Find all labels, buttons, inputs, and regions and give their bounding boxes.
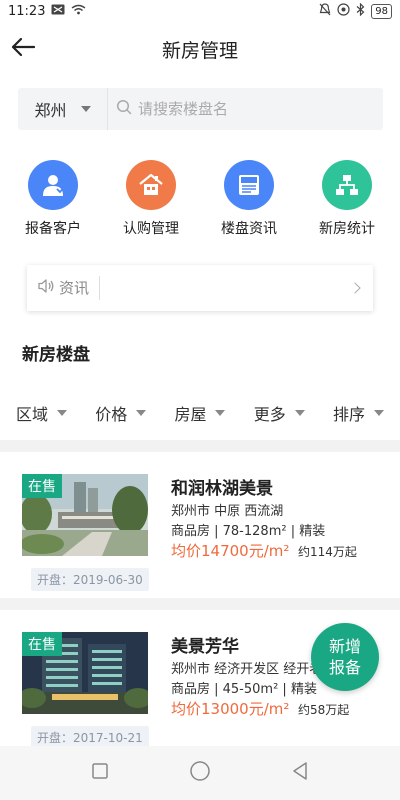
filter-district[interactable]: 区域: [16, 401, 68, 425]
listing-total-price: 约114万起: [298, 545, 357, 559]
city-dropdown[interactable]: 郑州: [18, 88, 108, 130]
divider: [0, 440, 400, 452]
filter-room-type[interactable]: 房屋: [174, 401, 226, 425]
nav-bar: 新房管理: [0, 26, 400, 72]
city-label: 郑州: [34, 101, 67, 120]
org-chart-icon: [322, 160, 372, 210]
filter-price[interactable]: 价格: [95, 401, 147, 425]
alarm-icon: [337, 2, 350, 20]
listing-photo: 在售: [22, 632, 148, 714]
news-label: 资讯: [59, 276, 101, 300]
listing-location: 郑州市 中原 西流湖: [171, 504, 284, 519]
battery-indicator: 98: [371, 3, 392, 19]
status-badge: 在售: [22, 474, 62, 498]
filter-label: 价格: [95, 405, 128, 424]
chevron-down-icon: [80, 106, 91, 112]
fab-label-line2: 报备: [328, 658, 361, 677]
filter-label: 更多: [253, 405, 286, 424]
chevron-right-icon: [349, 282, 361, 294]
search-bar: 郑州: [18, 88, 383, 130]
speaker-icon: [37, 278, 55, 298]
listing-total-price: 约58万起: [298, 703, 350, 717]
quick-action-label: 新房统计: [319, 221, 375, 237]
chevron-down-icon: [294, 410, 305, 416]
mute-bell-icon: [319, 2, 331, 20]
listing-type-info: 商品房 | 78-128m² | 精装: [171, 524, 326, 539]
listing-name: 美景芳华: [171, 637, 239, 657]
open-date-tag: 开盘：2019-06-30: [31, 568, 149, 591]
listing-type-info: 商品房 | 45-50m² | 精装: [171, 682, 317, 697]
listing-avg-price: 均价14700元/m²: [171, 542, 290, 560]
quick-actions: 报备客户 认购管理 楼盘资讯 新房统计: [0, 160, 400, 240]
back-button[interactable]: [8, 34, 38, 64]
square-icon: [91, 762, 109, 784]
add-report-button[interactable]: 新增 报备: [311, 623, 379, 691]
search-input[interactable]: [138, 100, 368, 118]
filter-label: 排序: [332, 405, 365, 424]
news-icon: [224, 160, 274, 210]
status-bar: 11:23 98: [0, 0, 400, 22]
quick-action-label: 楼盘资讯: [221, 221, 277, 237]
news-ticker[interactable]: 资讯: [27, 265, 373, 311]
listing-card[interactable]: 在售 和润林湖美景 郑州市 中原 西流湖 商品房 | 78-128m² | 精装…: [0, 462, 400, 620]
quick-action-label: 认购管理: [123, 221, 179, 237]
search-field: [108, 88, 383, 130]
listing-location: 郑州市 经济开发区 经开老: [171, 662, 323, 677]
back-arrow-icon: [10, 37, 36, 61]
chevron-down-icon: [57, 410, 68, 416]
chevron-down-icon: [136, 410, 147, 416]
listing-avg-price: 均价13000元/m²: [171, 700, 290, 718]
listing-name: 和润林湖美景: [171, 479, 273, 499]
filter-bar: 区域 价格 房屋 更多 排序: [0, 396, 400, 430]
section-title: 新房楼盘: [22, 345, 90, 365]
status-time: 11:23: [8, 3, 46, 19]
search-icon: [116, 99, 132, 119]
system-back-button[interactable]: [280, 753, 320, 793]
system-nav-bar: [0, 746, 400, 800]
filter-label: 区域: [16, 405, 49, 424]
triangle-back-icon: [290, 761, 310, 785]
bluetooth-icon: [356, 2, 365, 20]
quick-action-statistics[interactable]: 新房统计: [302, 160, 392, 240]
circle-icon: [189, 760, 211, 786]
filter-label: 房屋: [174, 405, 207, 424]
fab-label-line1: 新增: [328, 637, 361, 656]
customer-icon: [28, 160, 78, 210]
page-title: 新房管理: [161, 39, 238, 62]
chevron-down-icon: [373, 410, 384, 416]
quick-action-label: 报备客户: [25, 221, 81, 237]
wifi-icon: [71, 4, 86, 19]
home-button[interactable]: [180, 753, 220, 793]
divider: [0, 598, 400, 610]
quick-action-subscription[interactable]: 认购管理: [106, 160, 196, 240]
filter-more[interactable]: 更多: [254, 401, 305, 425]
filter-sort[interactable]: 排序: [333, 401, 384, 425]
house-icon: [126, 160, 176, 210]
recent-apps-button[interactable]: [80, 753, 120, 793]
status-badge: 在售: [22, 632, 62, 656]
quick-action-property-news[interactable]: 楼盘资讯: [204, 160, 294, 240]
chevron-down-icon: [215, 410, 226, 416]
message-icon: [51, 4, 65, 19]
listing-photo: 在售: [22, 474, 148, 556]
quick-action-report-customer[interactable]: 报备客户: [8, 160, 98, 240]
